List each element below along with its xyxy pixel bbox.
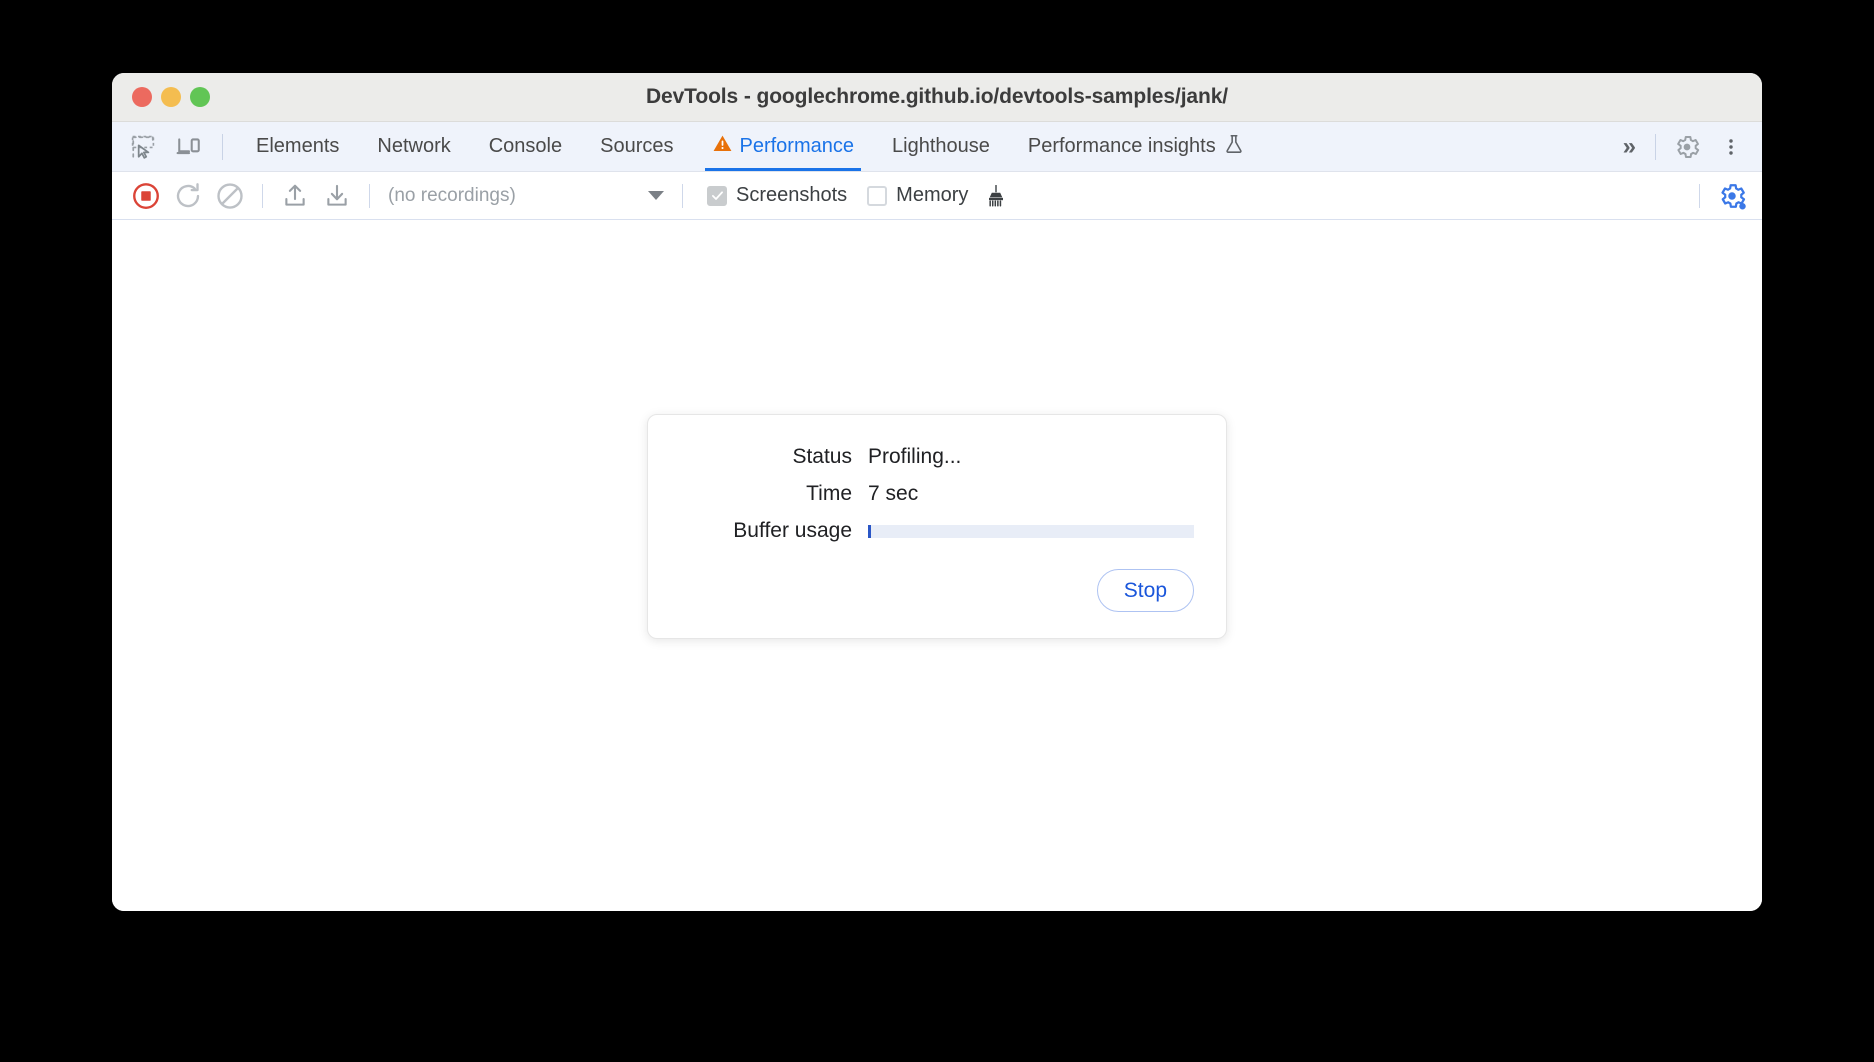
more-tabs-chevron-icon[interactable]: » (1611, 133, 1645, 161)
capture-settings-gear-icon[interactable] (1712, 176, 1752, 216)
devtools-window: DevTools - googlechrome.github.io/devtoo… (112, 73, 1762, 911)
tab-network-label: Network (377, 135, 451, 157)
collect-garbage-icon[interactable] (976, 176, 1016, 216)
traffic-lights (132, 73, 210, 121)
tab-network[interactable]: Network (358, 122, 469, 171)
buffer-usage-row: Buffer usage (680, 519, 1194, 543)
device-toolbar-icon[interactable] (168, 126, 210, 168)
time-row-label: Time (806, 482, 852, 505)
tab-bar-divider (222, 133, 223, 160)
screenshots-checkbox-box (707, 185, 727, 206)
status-row-value: Profiling... (868, 445, 962, 468)
tab-lighthouse-label: Lighthouse (892, 135, 990, 157)
recordings-dropdown[interactable]: (no recordings) (388, 185, 668, 207)
dialog-actions: Stop (680, 569, 1194, 613)
close-window-button[interactable] (132, 87, 152, 107)
tab-performance-label: Performance (739, 135, 855, 157)
performance-toolbar: (no recordings) Screenshots Memory (112, 172, 1762, 220)
tab-performance-insights[interactable]: Performance insights (1009, 122, 1264, 171)
performance-panel: Status Profiling... Time 7 sec Buffer us… (112, 220, 1762, 911)
tab-lighthouse[interactable]: Lighthouse (873, 122, 1009, 171)
status-row-label: Status (792, 445, 852, 468)
clear-recording-icon[interactable] (210, 176, 250, 216)
minimize-window-button[interactable] (161, 87, 181, 107)
warning-triangle-icon (712, 133, 733, 160)
recording-status-dialog: Status Profiling... Time 7 sec Buffer us… (647, 414, 1227, 640)
window-title: DevTools - googlechrome.github.io/devtoo… (645, 85, 1229, 108)
time-row-value: 7 sec (868, 482, 919, 505)
tab-sources[interactable]: Sources (581, 122, 692, 171)
tab-performance-insights-label: Performance insights (1027, 135, 1216, 157)
screenshots-checkbox[interactable]: Screenshots (707, 184, 847, 207)
memory-label: Memory (896, 184, 969, 206)
import-profile-icon[interactable] (275, 176, 315, 216)
stop-recording-icon[interactable] (126, 176, 166, 216)
tab-console-label: Console (488, 135, 563, 157)
experiment-flask-icon (1223, 133, 1245, 161)
chevron-down-icon (648, 191, 664, 200)
screenshots-label: Screenshots (736, 184, 848, 206)
inspect-element-icon[interactable] (122, 126, 164, 168)
tab-bar-right-tools: » (1611, 122, 1762, 171)
toolbar-divider-3 (682, 183, 683, 208)
tab-sources-label: Sources (600, 135, 674, 157)
stop-button[interactable]: Stop (1096, 569, 1194, 613)
toolbar-divider-2 (369, 183, 370, 208)
tab-performance[interactable]: Performance (693, 122, 874, 171)
buffer-usage-fill (868, 524, 872, 538)
status-row: Status Profiling... (680, 445, 1194, 469)
panel-tabs: Elements Network Console Sources Perform… (237, 122, 1611, 171)
tab-elements-label: Elements (256, 135, 340, 157)
time-row: Time 7 sec (680, 482, 1194, 506)
title-bar: DevTools - googlechrome.github.io/devtoo… (112, 73, 1762, 122)
export-profile-icon[interactable] (317, 176, 357, 216)
memory-checkbox-box (867, 185, 888, 206)
maximize-window-button[interactable] (190, 87, 210, 107)
devtools-tab-bar: Elements Network Console Sources Perform… (112, 122, 1762, 172)
tab-bar-left-tools (122, 122, 237, 171)
recordings-value: (no recordings) (388, 184, 516, 206)
tab-elements[interactable]: Elements (237, 122, 358, 171)
toolbar-divider-1 (262, 183, 263, 208)
reload-and-record-icon[interactable] (168, 176, 208, 216)
buffer-usage-progress (868, 524, 1194, 538)
tab-console[interactable]: Console (470, 122, 581, 171)
memory-checkbox[interactable]: Memory (867, 184, 968, 207)
tab-bar-right-divider (1655, 133, 1656, 160)
gear-icon[interactable] (1666, 126, 1708, 168)
buffer-usage-label: Buffer usage (733, 519, 852, 542)
three-dot-menu-icon[interactable] (1710, 126, 1752, 168)
toolbar-divider-4 (1699, 183, 1700, 208)
